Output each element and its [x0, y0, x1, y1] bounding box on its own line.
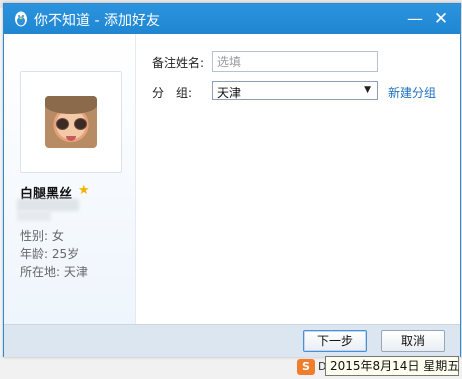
avatar-eye-left: [56, 118, 69, 130]
group-label: 分 组:: [152, 86, 193, 100]
titlebar[interactable]: 你不知道 - 添加好友 — ✕: [4, 4, 460, 34]
remark-name-input[interactable]: [212, 51, 378, 72]
remark-label: 备注姓名:: [152, 56, 205, 70]
close-button[interactable]: ✕: [430, 8, 452, 30]
cancel-button[interactable]: 取消: [381, 330, 445, 352]
group-select-value: 天津: [217, 86, 242, 100]
sogou-input-icon[interactable]: S: [297, 359, 315, 375]
add-friend-dialog: 你不知道 - 添加好友 — ✕ 白腿黑丝 ★ 性别: 女 年龄: 25岁 所在地…: [3, 3, 461, 357]
avatar-mouth: [66, 136, 76, 141]
new-group-link[interactable]: 新建分组: [388, 84, 436, 101]
star-icon: ★: [78, 183, 90, 198]
location-info: 所在地: 天津: [20, 265, 88, 279]
avatar: [45, 96, 97, 148]
avatar-eye-right: [74, 118, 87, 130]
gender-info: 性别: 女: [20, 229, 64, 243]
avatar-hair: [45, 96, 97, 114]
window-title: 你不知道 - 添加好友: [34, 13, 160, 29]
avatar-card[interactable]: [20, 71, 122, 173]
profile-panel: 白腿黑丝 ★ 性别: 女 年龄: 25岁 所在地: 天津: [4, 34, 136, 324]
next-button[interactable]: 下一步: [303, 330, 367, 352]
minimize-button[interactable]: —: [404, 8, 426, 30]
age-info: 年龄: 25岁: [20, 247, 80, 261]
blurred-account-id-extra: [17, 211, 51, 221]
dialog-footer: 下一步 取消: [4, 324, 460, 357]
blurred-account-id: [17, 199, 79, 211]
dropdown-arrow-icon[interactable]: ▼: [364, 85, 371, 95]
qq-penguin-icon: [15, 11, 27, 27]
date-tooltip: 2015年8月14日 星期五: [325, 356, 459, 376]
group-select[interactable]: 天津 ▼: [212, 81, 378, 100]
